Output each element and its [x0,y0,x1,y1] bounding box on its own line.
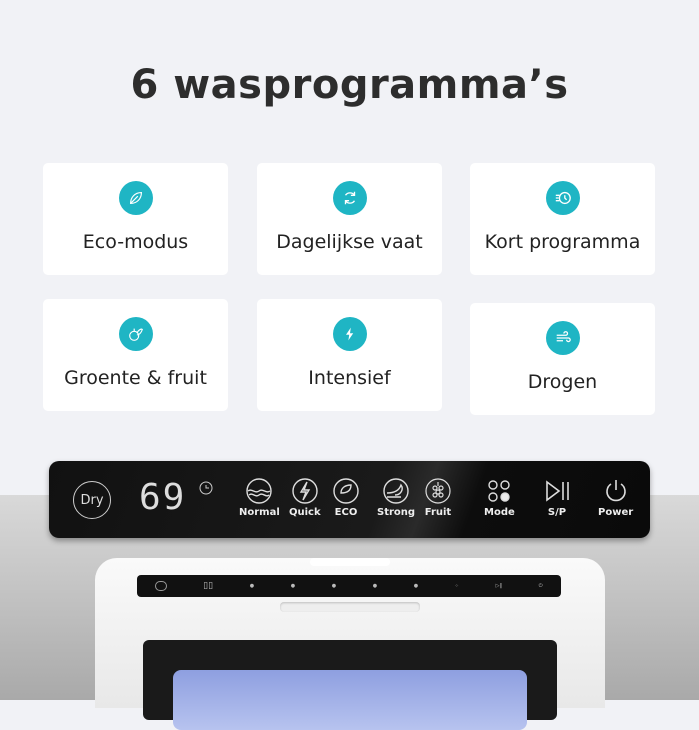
lightning-icon [292,478,318,504]
refresh-icon [333,181,367,215]
timer-icon [199,481,213,495]
program-card-eco: Eco-modus [43,163,228,275]
program-card-daily: Dagelijkse vaat [257,163,442,275]
program-card-short: Kort programma [470,163,655,275]
mode-dots-icon [488,480,511,502]
button-label: Normal [239,507,280,518]
program-label: Drogen [527,371,598,393]
button-label: Strong [377,507,416,518]
strong-button[interactable]: Strong [377,477,415,518]
top-handle [310,558,390,566]
dishwasher-image: ▯▯ ● ● ● ● ● ⁘ ▷‖ ⏻ [95,558,605,730]
program-card-intensive: Intensief [257,299,442,411]
normal-button[interactable]: Normal [239,477,280,518]
button-label: S/P [547,507,567,518]
program-label: Kort programma [484,231,641,253]
door-window [143,640,557,730]
digital-display: 69 [139,477,187,518]
fast-clock-icon [546,181,580,215]
button-label: Power [598,507,634,518]
program-card-vegetables: Groente & fruit [43,299,228,411]
control-panel: Dry 69 Normal Quick ECO Strong Fruit Mod… [49,461,650,538]
strong-wave-icon [383,478,409,504]
grapes-icon [425,478,451,504]
power-button[interactable]: Power [598,477,633,518]
waves-icon [246,478,273,504]
button-label: Quick [289,507,321,518]
program-label: Intensief [308,367,391,389]
fruit-icon [119,317,153,351]
dry-button[interactable]: Dry [73,481,111,519]
fruit-button[interactable]: Fruit [424,477,452,518]
lightning-icon [333,317,367,351]
door-handle [280,602,420,612]
button-label: Mode [484,507,515,518]
start-pause-button[interactable]: S/P [543,477,571,518]
eco-button[interactable]: ECO [332,477,360,518]
power-icon [605,480,626,502]
button-label: ECO [334,507,358,518]
mode-button[interactable]: Mode [484,477,515,518]
page-title: 6 wasprogramma’s [130,62,569,108]
program-label: Groente & fruit [64,367,207,389]
play-pause-icon [546,480,569,502]
quick-button[interactable]: Quick [289,477,321,518]
dishes-inside [173,670,527,730]
program-label: Eco-modus [82,231,189,253]
program-label: Dagelijkse vaat [276,231,423,253]
eco-leaf-icon [333,478,359,504]
wind-icon [546,321,580,355]
leaf-icon [119,181,153,215]
program-card-dry: Drogen [470,303,655,415]
mini-control-panel: ▯▯ ● ● ● ● ● ⁘ ▷‖ ⏻ [137,575,561,597]
button-label: Fruit [424,507,452,518]
